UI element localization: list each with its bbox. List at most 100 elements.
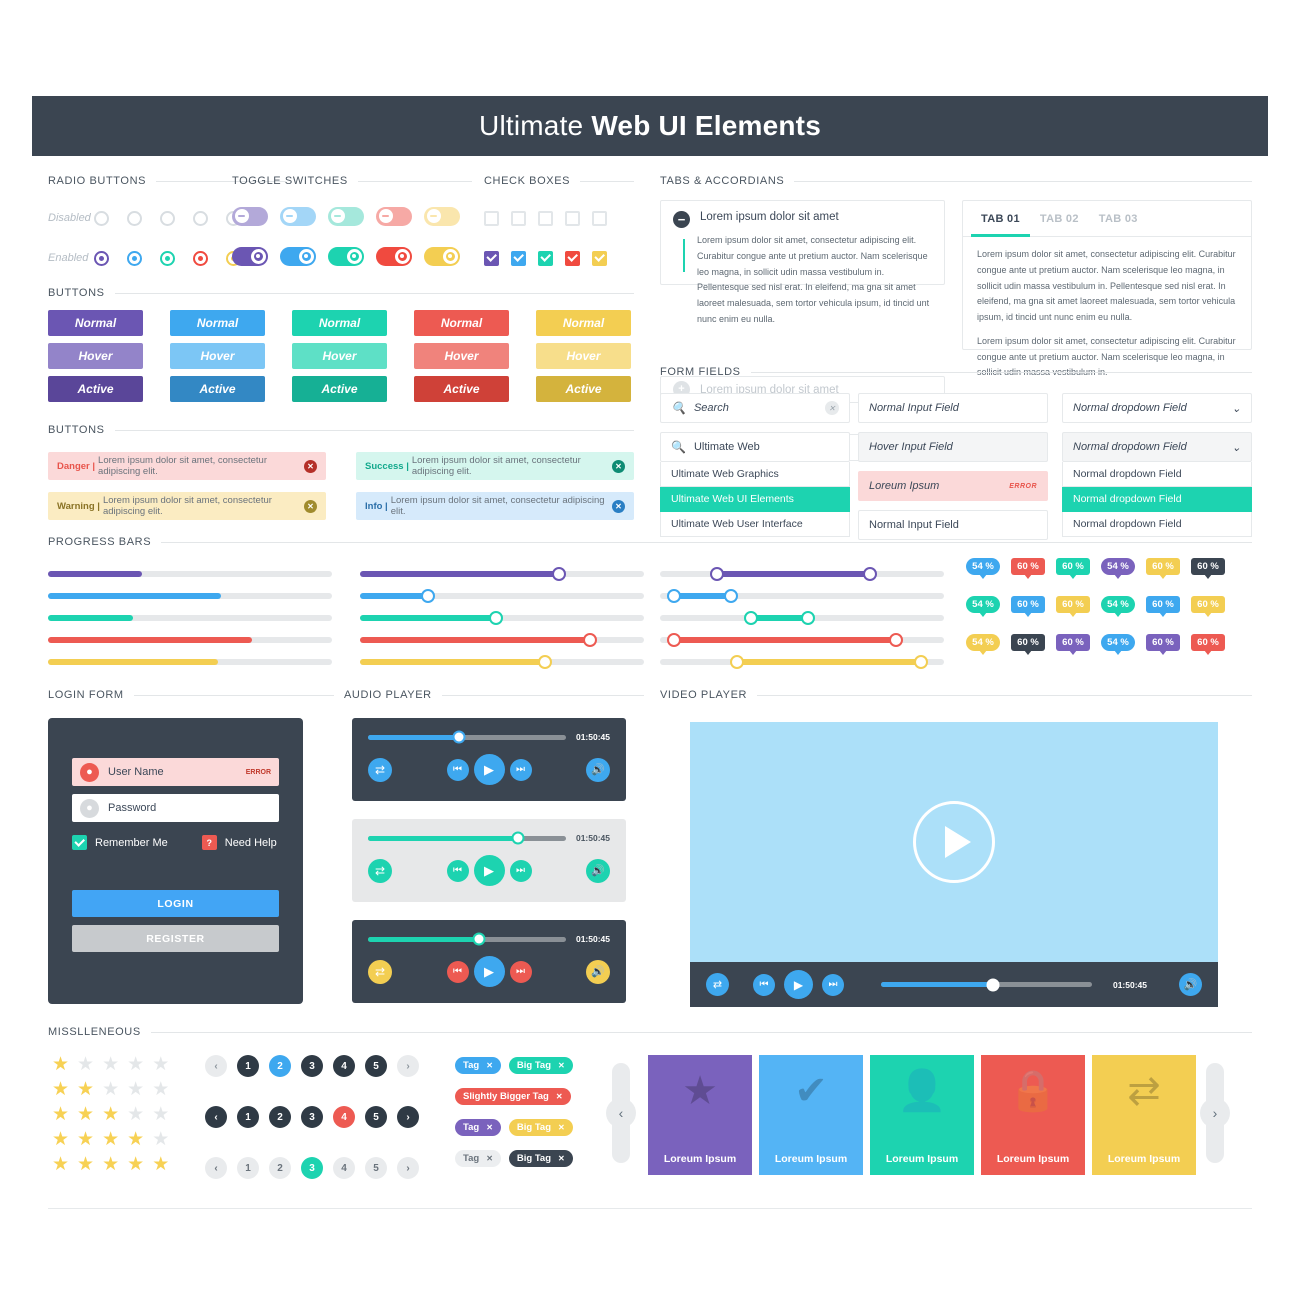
range-slider-1[interactable] [660,585,944,607]
search-result-0[interactable]: Ultimate Web Graphics [660,462,850,487]
play-button[interactable]: ▶ [473,956,505,987]
prev-button[interactable]: ⏮ [446,758,469,781]
radio-enabled-1[interactable] [127,250,142,266]
toggle-on-1[interactable] [280,246,316,266]
star-icon[interactable]: ★ [102,1105,119,1124]
shuffle-button[interactable]: ⇄ [368,757,392,782]
toggle-off-4[interactable] [424,206,460,226]
slider-track[interactable] [360,611,644,625]
pagination-page-3[interactable]: 3 [301,1157,323,1179]
dropdown-normal[interactable]: Normal dropdown Field ⌄ [1062,393,1252,423]
tab-2[interactable]: TAB 02 [1030,201,1089,236]
button-yellow-normal[interactable]: Normal [536,310,631,336]
carousel-next-control[interactable]: › [1200,1063,1230,1163]
checkbox-checked-0[interactable] [484,250,499,266]
pagination-prev[interactable]: ‹ [205,1157,227,1179]
video-progress-track[interactable] [881,978,1092,991]
big-play-icon[interactable] [913,801,995,883]
input-field-normal[interactable]: Normal Input Field [858,393,1048,423]
toggle-on-3[interactable] [376,246,412,266]
star-icon[interactable]: ★ [77,1130,94,1149]
audio-progress-track[interactable] [368,831,566,845]
slider-handle[interactable] [551,567,566,581]
radio-enabled-0[interactable] [94,250,109,266]
slider-track[interactable] [360,589,644,603]
chevron-left-icon[interactable]: ‹ [606,1098,636,1128]
button-teal-normal[interactable]: Normal [292,310,387,336]
star-icon[interactable]: ★ [52,1105,69,1124]
tag-close-icon[interactable]: ✕ [558,1061,565,1070]
pagination-prev[interactable]: ‹ [205,1106,227,1128]
range-track[interactable] [660,655,944,669]
pagination-page-4[interactable]: 4 [333,1106,355,1128]
carousel-card-2[interactable]: 👤 Loreum Ipsum [870,1055,974,1175]
tag-close-icon[interactable]: ✕ [486,1154,493,1163]
star-icon[interactable]: ★ [127,1105,144,1124]
tag-2-1[interactable]: Big Tag ✕ [508,1119,573,1136]
pagination-next[interactable]: › [397,1055,419,1077]
pagination-page-1[interactable]: 1 [237,1055,259,1077]
slider-handle[interactable] [421,589,436,603]
checkbox-unchecked-4[interactable] [592,210,607,226]
input-field-hover[interactable]: Hover Input Field [858,432,1048,462]
star-icon[interactable]: ★ [127,1080,144,1099]
pagination-next[interactable]: › [397,1106,419,1128]
star-icon[interactable]: ★ [52,1055,69,1074]
pagination-page-4[interactable]: 4 [333,1055,355,1077]
star-icon[interactable]: ★ [152,1130,169,1149]
tab-3[interactable]: TAB 03 [1089,201,1148,236]
radio-enabled-3[interactable] [193,250,208,266]
checkbox-checked-1[interactable] [511,250,526,266]
range-track[interactable] [660,611,944,625]
volume-button[interactable]: 🔊 [586,858,610,883]
checkbox-unchecked-3[interactable] [565,210,580,226]
username-field[interactable]: ● User Name ERROR [72,758,279,786]
button-blue-normal[interactable]: Normal [170,310,265,336]
play-button[interactable]: ▶ [473,754,505,785]
range-slider-0[interactable] [660,563,944,585]
star-icon[interactable]: ★ [52,1130,69,1149]
pagination-page-2[interactable]: 2 [269,1106,291,1128]
audio-progress-handle[interactable] [511,831,525,845]
accordion-item-open[interactable]: − Lorem ipsum dolor sit amet Lorem ipsum… [660,200,945,324]
radio-enabled-2[interactable] [160,250,175,266]
star-icon[interactable]: ★ [52,1155,69,1174]
star-icon[interactable]: ★ [102,1155,119,1174]
star-icon[interactable]: ★ [77,1055,94,1074]
video-progress-handle[interactable] [986,978,1000,991]
star-icon[interactable]: ★ [77,1105,94,1124]
next-button[interactable]: ⏭ [509,859,532,882]
next-button[interactable]: ⏭ [822,973,844,996]
close-icon[interactable]: ✕ [304,499,317,513]
checkbox-checked-3[interactable] [565,250,580,266]
search-input-active[interactable]: 🔍 Ultimate Web [660,432,850,462]
pagination-page-2[interactable]: 2 [269,1055,291,1077]
range-track[interactable] [660,589,944,603]
star-icon[interactable]: ★ [77,1080,94,1099]
next-button[interactable]: ⏭ [509,758,532,781]
range-track[interactable] [660,633,944,647]
carousel-card-3[interactable]: 🔒 Loreum Ipsum [981,1055,1085,1175]
button-purple-normal[interactable]: Normal [48,310,143,336]
close-icon[interactable]: ✕ [612,499,625,513]
pagination-page-2[interactable]: 2 [269,1157,291,1179]
slider-track[interactable] [360,567,644,581]
slider-2[interactable] [360,607,644,629]
pagination-page-5[interactable]: 5 [365,1106,387,1128]
play-button[interactable]: ▶ [784,970,813,999]
range-handle-end[interactable] [888,633,903,647]
carousel-prev-control[interactable]: ‹ [606,1063,636,1163]
carousel-card-4[interactable]: ⇄ Loreum Ipsum [1092,1055,1196,1175]
pagination-page-3[interactable]: 3 [301,1106,323,1128]
carousel-card-1[interactable]: ✔ Loreum Ipsum [759,1055,863,1175]
range-slider-3[interactable] [660,629,944,651]
range-handle-end[interactable] [724,589,738,603]
range-handle-end[interactable] [863,567,878,581]
toggle-on-0[interactable] [232,246,268,266]
range-handle-end[interactable] [914,655,929,669]
star-icon[interactable]: ★ [102,1130,119,1149]
pagination-page-3[interactable]: 3 [301,1055,323,1077]
pagination-prev[interactable]: ‹ [205,1055,227,1077]
tag-3-0[interactable]: Tag ✕ [455,1150,501,1167]
slider-track[interactable] [360,655,644,669]
